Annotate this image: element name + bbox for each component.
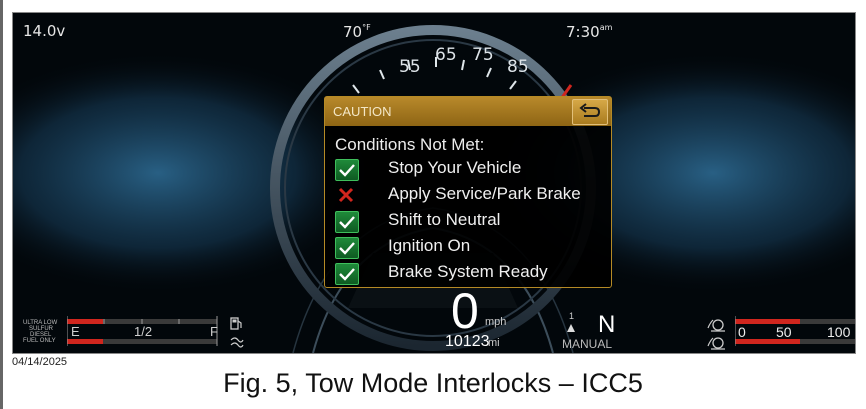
dialog-header: CAUTION: [325, 97, 611, 126]
check-icon: [339, 164, 355, 177]
outside-temperature: 70°F: [343, 23, 371, 41]
triangle-up-icon: [567, 324, 575, 332]
condition-status-ok: [335, 159, 359, 181]
fuel-type-line: FUEL ONLY: [23, 338, 56, 344]
fuel-full-label: F: [210, 324, 218, 339]
condition-item: Stop Your Vehicle: [335, 157, 605, 181]
instrument-cluster-display: 14.0v 70°F 7:30am 45 55 65 75 85 CAUTION…: [12, 12, 856, 354]
conditions-heading: Conditions Not Met:: [335, 135, 485, 154]
condition-item: Ignition On: [335, 235, 605, 259]
speedo-tick-label: 55: [399, 57, 421, 77]
exhaust-fluid-icons: [707, 319, 725, 350]
check-icon: [339, 268, 355, 281]
condition-item: Brake System Ready: [335, 261, 605, 285]
gear-indicator: N: [598, 311, 616, 338]
fuel-type-label: ULTRA LOW SULFUR DIESEL FUEL ONLY: [23, 320, 57, 344]
back-button[interactable]: [572, 99, 608, 125]
clock-time: 7:30: [566, 23, 600, 41]
condition-item: Apply Service/Park Brake: [335, 183, 605, 207]
clock-suffix: am: [599, 23, 613, 32]
odometer-unit: mi: [488, 337, 500, 349]
condition-status-ok: [335, 263, 359, 285]
speedo-tick-label: 65: [435, 45, 457, 65]
page-left-border: [0, 0, 3, 409]
check-icon: [339, 216, 355, 229]
condition-status-not-met: [335, 185, 357, 205]
condition-label: Shift to Neutral: [388, 210, 501, 229]
transmission-mode: MANUAL: [562, 337, 613, 351]
speedo-tick-label: 75: [472, 45, 494, 65]
gear-number: 1: [569, 311, 575, 321]
odometer-value: 10123: [445, 333, 490, 350]
figure-caption: Fig. 5, Tow Mode Interlocks – ICC5: [223, 368, 643, 398]
gauge-tick-label: 0: [738, 324, 746, 340]
x-icon: [338, 187, 354, 203]
condition-label: Ignition On: [388, 236, 471, 255]
temperature-value: 70: [343, 23, 363, 41]
battery-voltage: 14.0v: [23, 22, 66, 40]
condition-item: Shift to Neutral: [335, 209, 605, 233]
fuel-pump-icon: [230, 317, 244, 348]
document-date: 04/14/2025: [12, 356, 68, 368]
condition-label: Apply Service/Park Brake: [388, 184, 581, 203]
condition-status-ok: [335, 237, 359, 259]
dialog-title: CAUTION: [333, 104, 392, 119]
temperature-unit: °F: [362, 23, 371, 32]
clock: 7:30am: [566, 23, 612, 41]
condition-label: Brake System Ready: [388, 262, 548, 281]
return-arrow-icon: [579, 103, 601, 117]
condition-status-ok: [335, 211, 359, 233]
speed-unit: mph: [485, 316, 507, 328]
check-icon: [339, 242, 355, 255]
condition-label: Stop Your Vehicle: [388, 158, 522, 177]
tow-mode-caution-dialog: CAUTION Conditions Not Met: Stop Your Ve…: [324, 96, 612, 288]
gauge-tick-label: 100: [827, 324, 851, 340]
speedo-tick-label: 85: [507, 57, 529, 77]
vehicle-speed: 0: [451, 283, 479, 339]
gauge-tick-label: 50: [776, 324, 792, 340]
fuel-half-label: 1/2: [134, 324, 153, 339]
fuel-empty-label: E: [71, 324, 80, 339]
